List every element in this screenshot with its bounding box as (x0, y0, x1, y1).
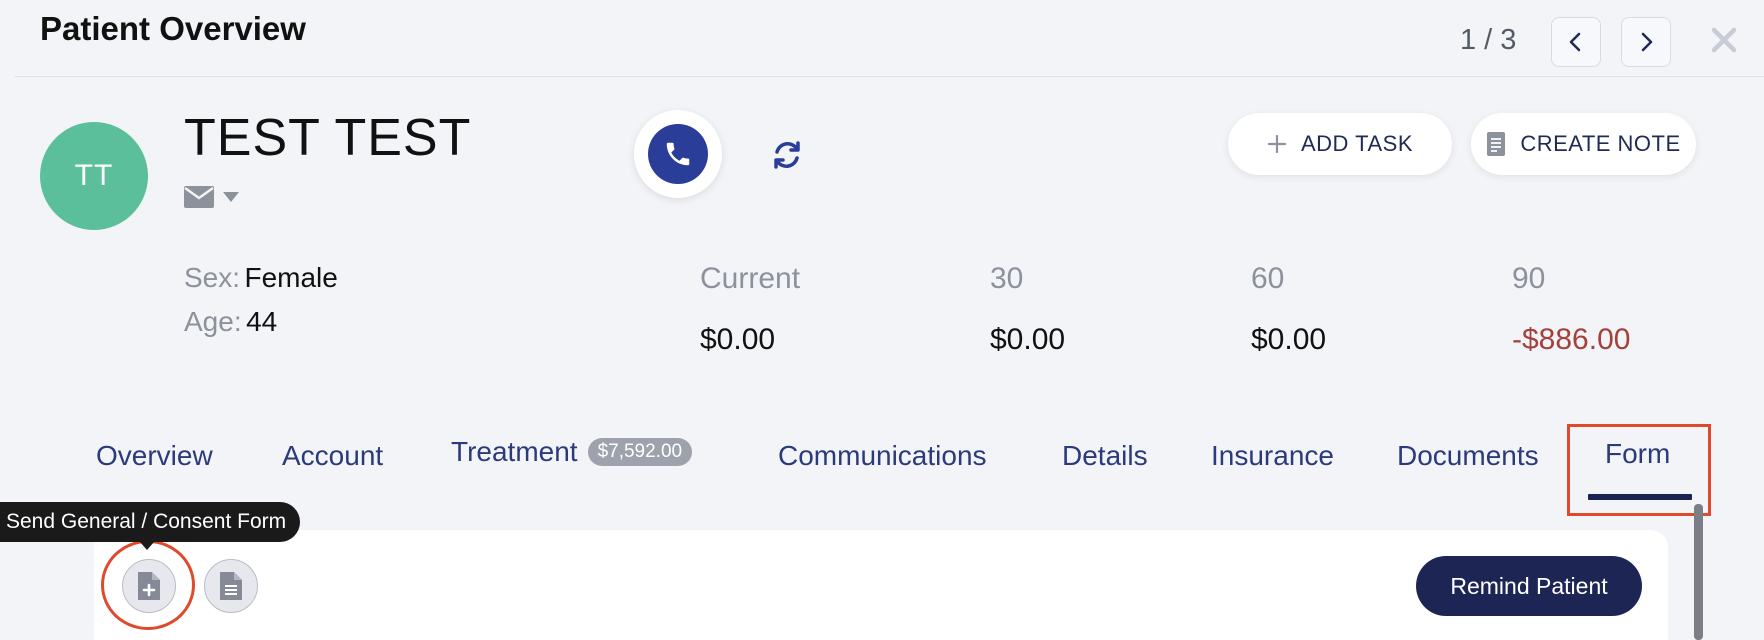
close-button[interactable] (1706, 22, 1742, 58)
call-button-inner (648, 124, 708, 184)
balance-60-value: $0.00 (1251, 323, 1327, 356)
create-note-button[interactable]: CREATE NOTE (1471, 113, 1696, 175)
sex-value: Female (244, 262, 338, 293)
refresh-icon (774, 141, 800, 169)
tab-details[interactable]: Details (1062, 440, 1148, 472)
send-form-tooltip: Send General / Consent Form (0, 502, 301, 542)
note-icon (1487, 132, 1506, 156)
scrollbar[interactable] (1694, 504, 1703, 640)
balance-90-label: 90 (1512, 262, 1546, 295)
balance-30-label: 30 (990, 262, 1024, 295)
page-title: Patient Overview (40, 10, 306, 47)
contact-dropdown[interactable] (184, 186, 240, 208)
balance-current-label: Current (700, 262, 801, 295)
patient-name: TEST TEST (184, 109, 472, 167)
tab-insurance[interactable]: Insurance (1211, 440, 1334, 472)
envelope-icon (184, 186, 214, 208)
create-note-label: CREATE NOTE (1520, 131, 1681, 156)
add-task-label: ADD TASK (1301, 131, 1413, 156)
tab-account[interactable]: Account (282, 440, 383, 472)
header-divider (14, 76, 1764, 77)
next-button[interactable] (1621, 17, 1671, 67)
remind-patient-button[interactable]: Remind Patient (1416, 556, 1642, 616)
previous-button[interactable] (1551, 17, 1601, 67)
age-value: 44 (246, 306, 278, 337)
tab-overview[interactable]: Overview (96, 440, 213, 472)
balance-30-value: $0.00 (990, 323, 1066, 356)
age-label: Age: (184, 306, 242, 337)
pager-count: 1 / 3 (1460, 24, 1517, 56)
send-form-highlight (101, 540, 195, 630)
call-button[interactable] (634, 110, 722, 198)
form-tab-highlight (1567, 424, 1711, 516)
refresh-button[interactable] (768, 136, 806, 174)
avatar: TT (40, 122, 148, 230)
tab-treatment-label: Treatment (451, 436, 578, 467)
chevron-left-icon (1569, 32, 1581, 52)
tooltip-arrow (140, 542, 154, 550)
tab-bar: Overview Account Treatment $7,592.00 Comm… (0, 430, 1764, 490)
sex-label: Sex: (184, 262, 241, 293)
balance-current-value: $0.00 (700, 323, 776, 356)
tab-documents[interactable]: Documents (1397, 440, 1539, 472)
document-form-button[interactable] (204, 559, 258, 613)
age-row: Age: 44 (184, 306, 277, 338)
balance-60-label: 60 (1251, 262, 1285, 295)
caret-down-icon (223, 192, 239, 202)
balance-90-value: -$886.00 (1512, 323, 1631, 356)
treatment-amount-badge: $7,592.00 (587, 438, 693, 466)
plus-icon (1267, 134, 1287, 154)
close-icon (1711, 27, 1737, 53)
phone-icon (666, 142, 690, 166)
chevron-right-icon (1641, 32, 1653, 52)
tab-communications[interactable]: Communications (778, 440, 987, 472)
tab-treatment[interactable]: Treatment $7,592.00 (451, 436, 693, 468)
add-task-button[interactable]: ADD TASK (1228, 113, 1452, 175)
document-icon (220, 572, 242, 600)
sex-row: Sex: Female (184, 262, 338, 294)
